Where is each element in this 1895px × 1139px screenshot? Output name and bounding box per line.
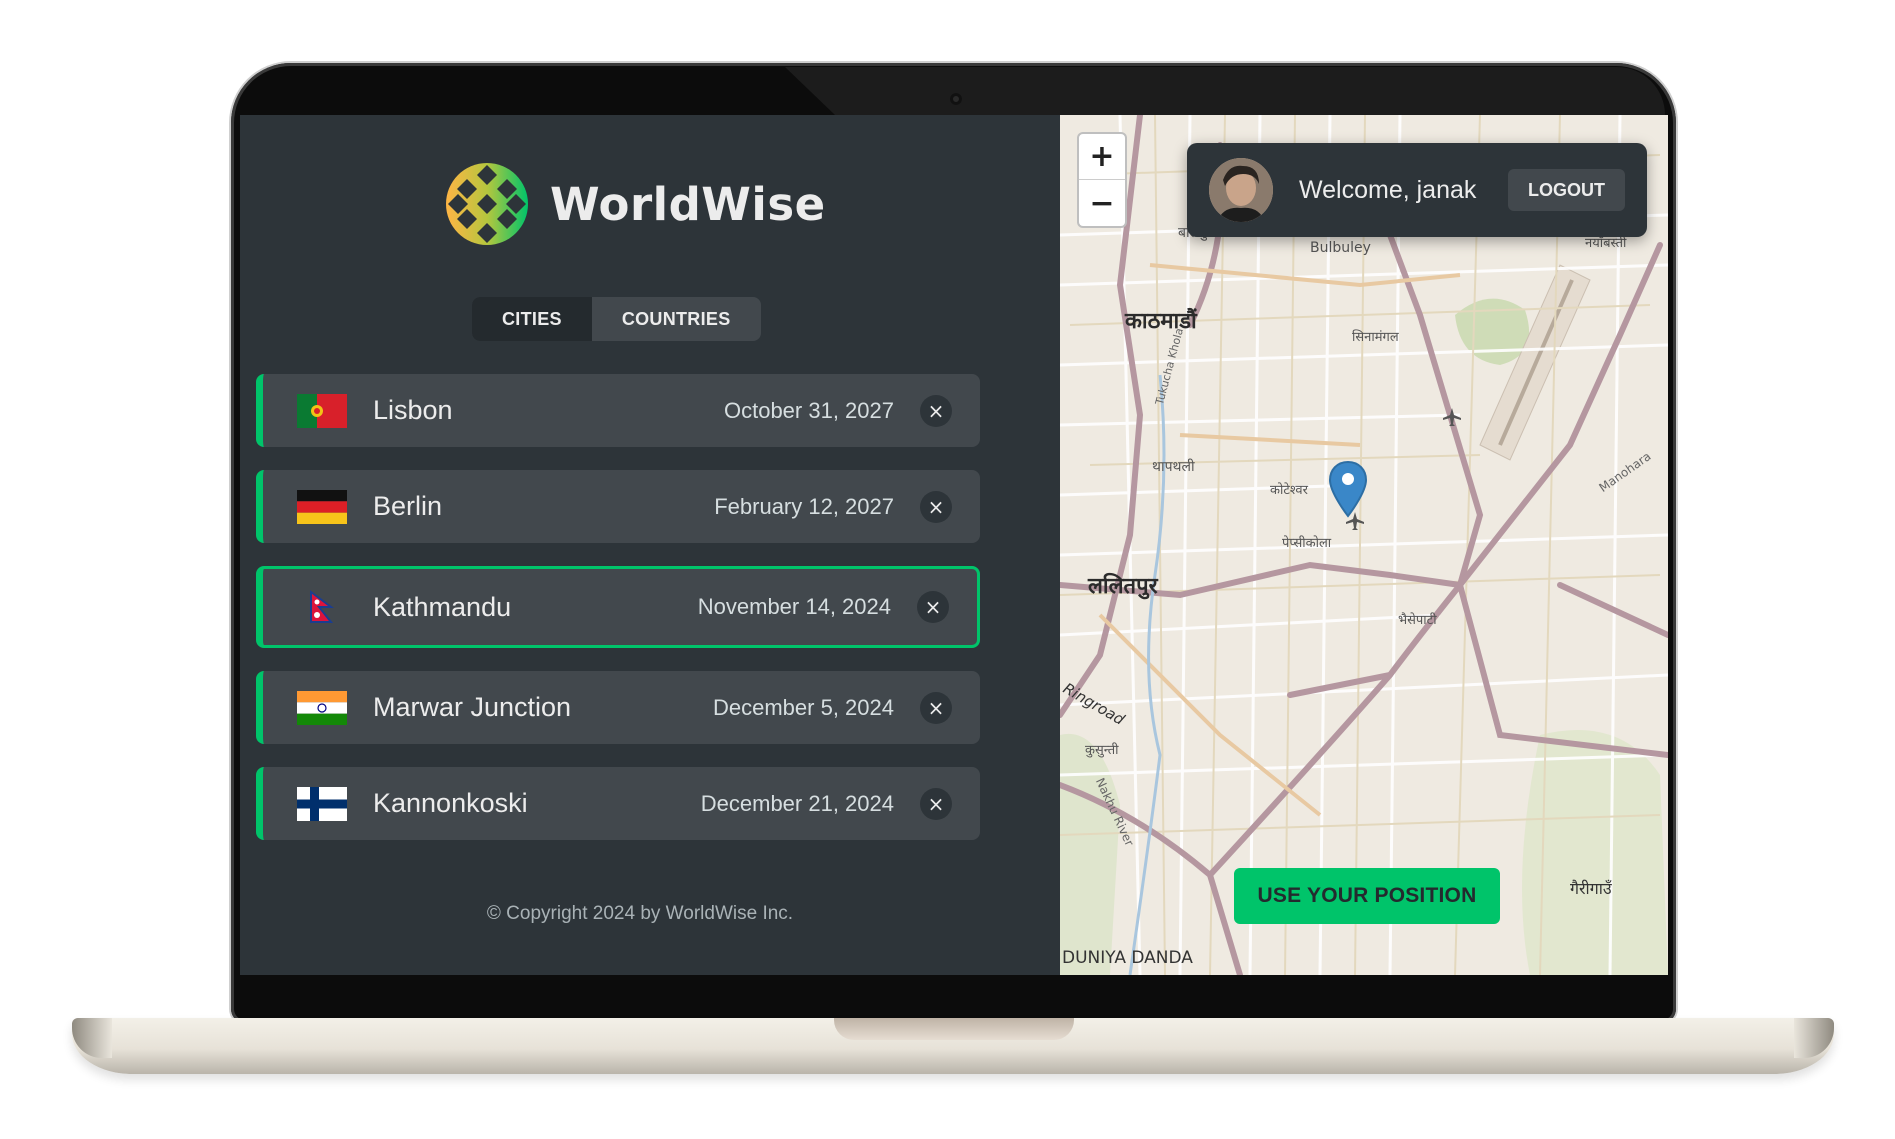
delete-city-button[interactable]: ×: [920, 787, 952, 820]
portugal-flag-icon: [297, 393, 347, 428]
delete-city-button[interactable]: ×: [920, 490, 952, 523]
map-label-bhaisepati: भैसेपाटी: [1398, 613, 1437, 628]
delete-city-button[interactable]: ×: [920, 691, 952, 724]
laptop-base-edge-right: [1794, 1018, 1834, 1058]
tab-bar: CITIES COUNTRIES: [472, 297, 761, 341]
tab-cities[interactable]: CITIES: [472, 297, 592, 341]
logo[interactable]: WorldWise: [444, 161, 826, 247]
map-label-pepsicola: पेप्सीकोला: [1282, 536, 1332, 551]
user-avatar-icon: [1209, 158, 1273, 222]
app-title: WorldWise: [550, 177, 826, 231]
welcome-text: Welcome, janak: [1299, 175, 1477, 204]
city-item-kathmandu[interactable]: Kathmandu November 14, 2024 ×: [256, 566, 980, 648]
city-name: Lisbon: [373, 395, 453, 425]
laptop-thumb-notch: [834, 1018, 1074, 1040]
app-screen: WorldWise CITIES COUNTRIES Lisbon Octobe…: [240, 115, 1668, 975]
city-date: October 31, 2027: [723, 397, 894, 423]
city-item-lisbon[interactable]: Lisbon October 31, 2027 ×: [256, 374, 980, 447]
india-flag-icon: [297, 690, 347, 725]
city-item-berlin[interactable]: Berlin February 12, 2027 ×: [256, 470, 980, 543]
zoom-control: + −: [1077, 132, 1127, 228]
city-date: December 21, 2024: [700, 790, 894, 816]
germany-flag-icon: [297, 489, 347, 524]
finland-flag-icon: [297, 786, 347, 821]
use-position-button[interactable]: USE YOUR POSITION: [1234, 868, 1500, 924]
worldwise-logo-icon: [446, 163, 528, 245]
laptop-bezel-top: [785, 67, 1665, 115]
map-label-koteshwor: कोटेश्वर: [1270, 483, 1308, 498]
user-panel: Welcome, janak LOGOUT: [1187, 143, 1647, 237]
map-label-kathmandu: काठमाडौं: [1125, 309, 1197, 334]
delete-city-button[interactable]: ×: [917, 591, 949, 623]
map[interactable]: काठमाडौं ललितपुर Bulbuley थापथली Tukucha…: [1060, 115, 1668, 975]
city-date: November 14, 2024: [697, 594, 891, 619]
city-item-marwar-junction[interactable]: Marwar Junction December 5, 2024 ×: [256, 671, 980, 744]
map-label-kusunti: कुसुन्ती: [1085, 743, 1119, 758]
copyright-text: © Copyright 2024 by WorldWise Inc.: [486, 903, 794, 924]
city-date: December 5, 2024: [713, 694, 894, 720]
map-label-gairigaun: गैरीगाउँ: [1570, 879, 1612, 898]
city-item-kannonkoski[interactable]: Kannonkoski December 21, 2024 ×: [256, 767, 980, 840]
logout-button[interactable]: LOGOUT: [1508, 169, 1625, 211]
zoom-in-button[interactable]: +: [1079, 134, 1125, 180]
map-label-sinamangal: सिनामंगल: [1352, 330, 1399, 345]
location-marker-icon[interactable]: [1328, 460, 1368, 518]
city-date: February 12, 2027: [714, 493, 894, 519]
city-name: Berlin: [373, 491, 443, 521]
camera-icon: [950, 93, 962, 105]
city-name: Kathmandu: [373, 591, 512, 622]
city-name: Kannonkoski: [373, 788, 528, 818]
zoom-out-button[interactable]: −: [1079, 180, 1125, 226]
map-label-lalitpur: ललितपुर: [1088, 574, 1158, 599]
tab-countries[interactable]: COUNTRIES: [592, 297, 761, 341]
map-label-duniya: DUNIYA DANDA: [1062, 948, 1193, 968]
sidebar: WorldWise CITIES COUNTRIES Lisbon Octobe…: [240, 115, 1060, 975]
city-name: Marwar Junction: [373, 692, 572, 722]
city-list: Lisbon October 31, 2027 × Berlin Februar…: [256, 374, 980, 863]
avatar: [1209, 158, 1273, 222]
map-label-thapathali: थापथली: [1152, 459, 1195, 475]
delete-city-button[interactable]: ×: [920, 394, 952, 427]
nepal-flag-icon: [310, 590, 334, 623]
map-label-bulbuley: Bulbuley: [1310, 240, 1371, 256]
